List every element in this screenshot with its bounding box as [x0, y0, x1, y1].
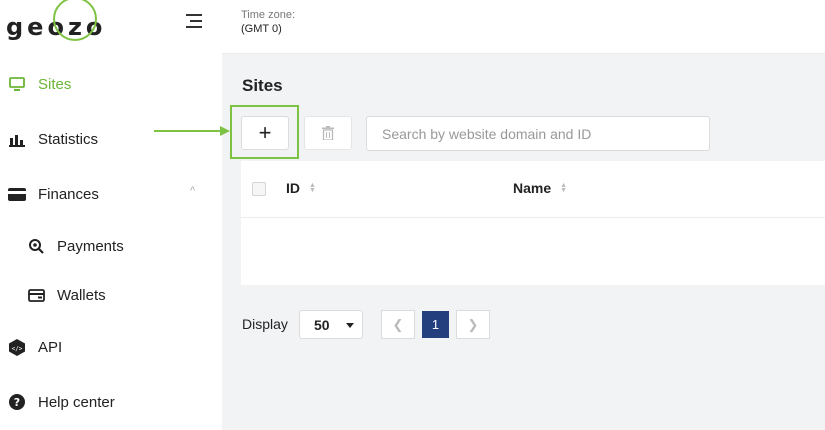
sidebar-item-label: Payments	[57, 237, 124, 255]
sidebar-item-label: Help center	[38, 393, 115, 411]
page-title: Sites	[242, 76, 283, 95]
sidebar-item-payments[interactable]: Payments	[0, 231, 222, 261]
select-all-checkbox[interactable]	[252, 182, 266, 196]
add-site-button[interactable]: +	[241, 116, 289, 150]
table-header: ID ▲ ▼ Name ▲ ▼	[241, 161, 825, 218]
sidebar-item-api[interactable]: </> API	[0, 332, 222, 362]
column-label: Name	[513, 180, 552, 196]
sort-icon[interactable]: ▲ ▼	[309, 182, 316, 194]
top-bar: Time zone: (GMT 0)	[222, 0, 825, 54]
help-circle-icon: ?	[8, 393, 26, 411]
code-hexagon-icon: </>	[8, 338, 26, 356]
chevron-left-icon: ❮	[392, 316, 404, 332]
chevron-up-icon[interactable]: ^	[190, 185, 195, 197]
display-label: Display	[242, 316, 288, 332]
timezone-label: Time zone:	[241, 9, 296, 21]
sidebar-item-label: Statistics	[38, 130, 99, 148]
sidebar-item-label: Wallets	[57, 286, 106, 304]
wallet-icon	[27, 286, 45, 304]
delete-button[interactable]	[304, 116, 352, 150]
sort-icon[interactable]: ▲ ▼	[560, 182, 567, 194]
column-label: ID	[286, 180, 300, 196]
card-icon	[8, 185, 26, 203]
page-button-current[interactable]: 1	[422, 311, 449, 338]
column-header-id[interactable]: ID ▲ ▼	[286, 180, 316, 196]
timezone-value[interactable]: (GMT 0)	[241, 23, 282, 35]
sidebar-item-wallets[interactable]: Wallets	[0, 280, 222, 310]
search-input[interactable]	[366, 116, 710, 151]
sidebar: geozo Sites Statistics Finances ^ Paymen…	[0, 0, 222, 430]
svg-text:</>: </>	[12, 345, 23, 352]
sidebar-item-help-center[interactable]: ? Help center	[0, 387, 222, 417]
sidebar-item-label: Sites	[38, 75, 72, 93]
chevron-right-icon: ❯	[467, 316, 479, 332]
prev-page-button[interactable]: ❮	[381, 310, 415, 339]
page-size-select[interactable]: 50	[299, 310, 363, 339]
annotation-arrow	[154, 126, 230, 136]
bar-chart-icon	[8, 130, 26, 148]
page-size-value: 50	[314, 316, 330, 333]
logo[interactable]: geozo	[6, 0, 106, 41]
column-header-name[interactable]: Name ▲ ▼	[513, 180, 567, 196]
sidebar-item-sites[interactable]: Sites	[0, 69, 222, 99]
svg-text:?: ?	[14, 396, 20, 409]
hamburger-menu-icon[interactable]	[186, 14, 202, 30]
trash-icon	[322, 126, 334, 140]
sidebar-item-label: Finances	[38, 185, 99, 203]
magnifier-coin-icon	[27, 237, 45, 255]
next-page-button[interactable]: ❯	[456, 310, 490, 339]
sites-table: ID ▲ ▼ Name ▲ ▼	[241, 161, 825, 285]
caret-down-icon	[346, 323, 354, 328]
sidebar-item-finances[interactable]: Finances ^	[0, 179, 222, 209]
sidebar-item-label: API	[38, 338, 63, 356]
monitor-icon	[8, 75, 26, 93]
